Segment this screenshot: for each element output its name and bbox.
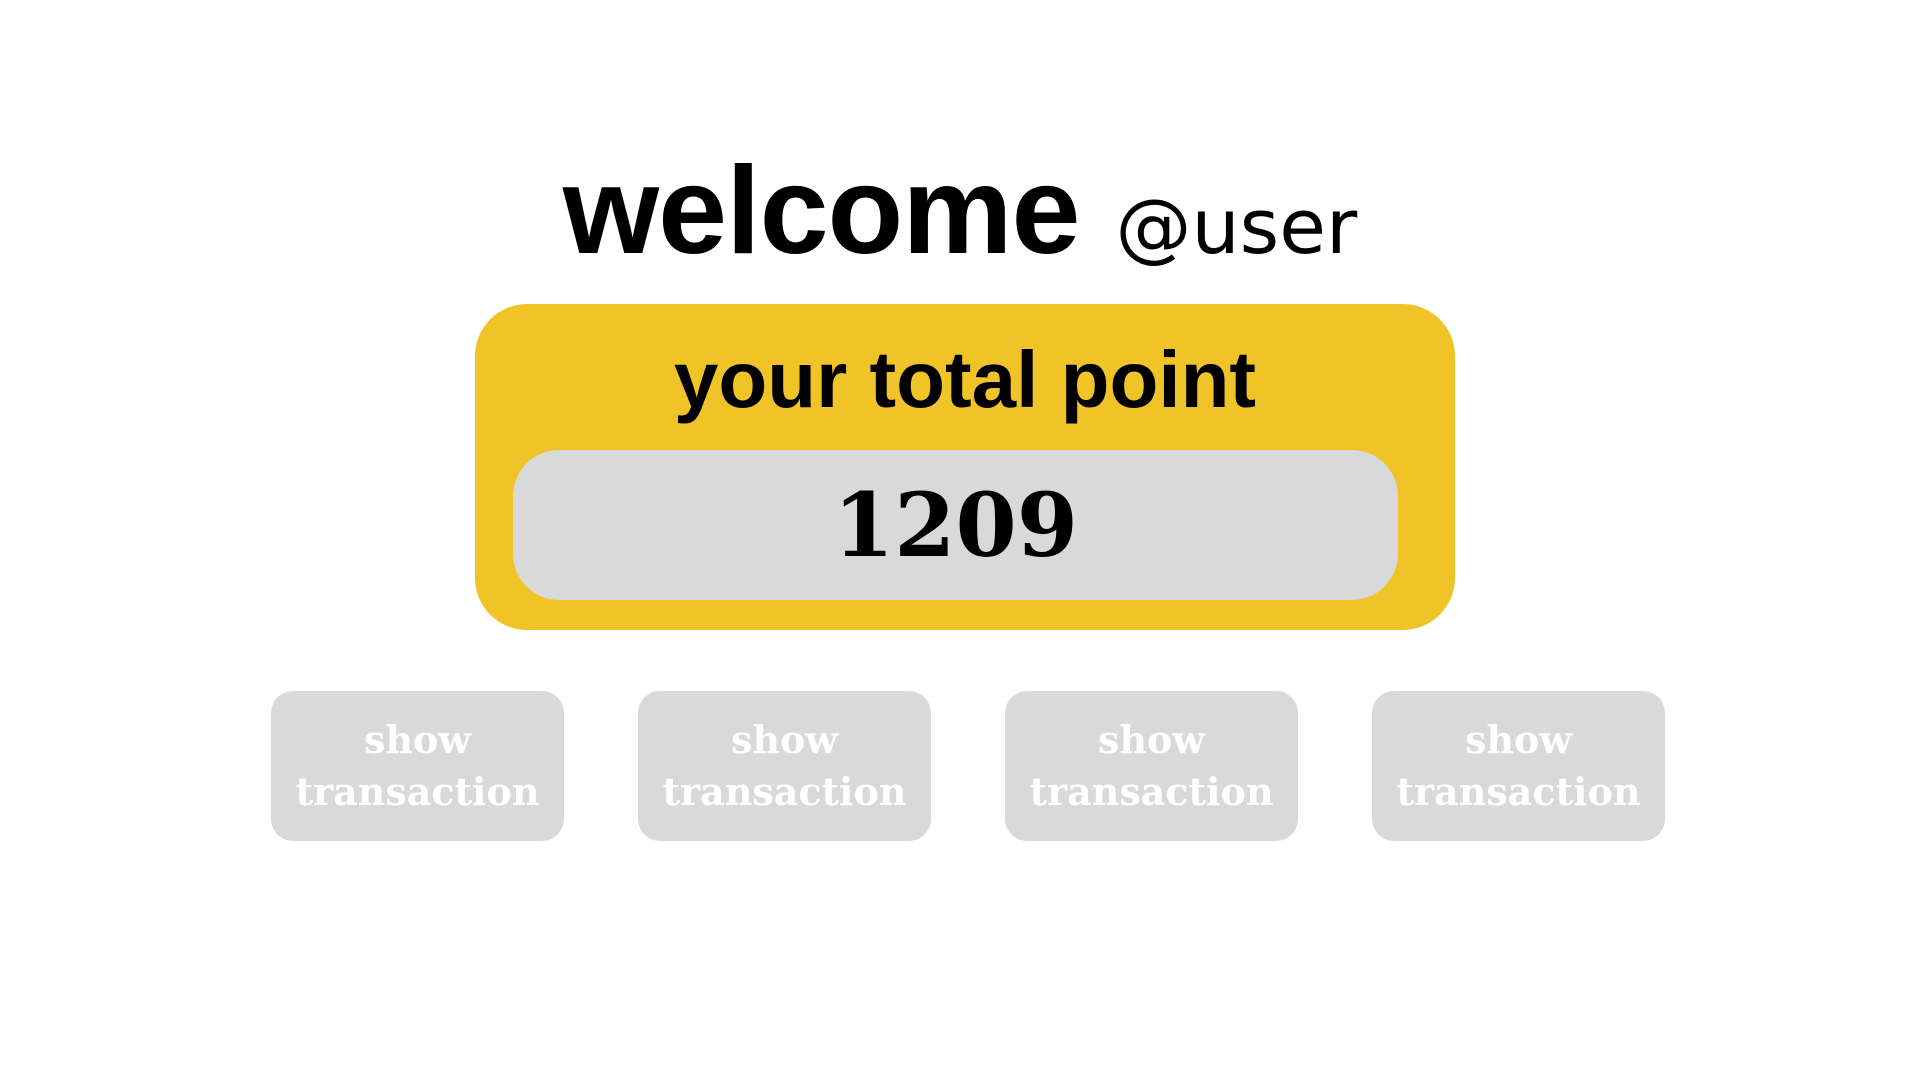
total-points-card: your total point 1209 [475, 304, 1455, 630]
button-label-line1: show [363, 717, 472, 762]
username-label: @user [1115, 182, 1358, 271]
show-transaction-button-4[interactable]: show transaction [1372, 691, 1665, 841]
button-label-line2: transaction [295, 769, 540, 814]
show-transaction-button-2[interactable]: show transaction [638, 691, 931, 841]
button-label-line2: transaction [662, 769, 907, 814]
button-label-line1: show [730, 717, 839, 762]
show-transaction-button-1[interactable]: show transaction [271, 691, 564, 841]
page: welcome @user your total point 1209 show … [0, 0, 1920, 1080]
button-label-line1: show [1097, 717, 1206, 762]
welcome-text: welcome [562, 142, 1081, 280]
welcome-heading: welcome @user [0, 140, 1920, 282]
total-points-title: your total point [673, 335, 1257, 424]
button-label-line2: transaction [1029, 769, 1274, 814]
button-label-line1: show [1464, 717, 1573, 762]
total-points-value: 1209 [513, 450, 1398, 600]
button-label-line2: transaction [1396, 769, 1641, 814]
show-transaction-button-3[interactable]: show transaction [1005, 691, 1298, 841]
